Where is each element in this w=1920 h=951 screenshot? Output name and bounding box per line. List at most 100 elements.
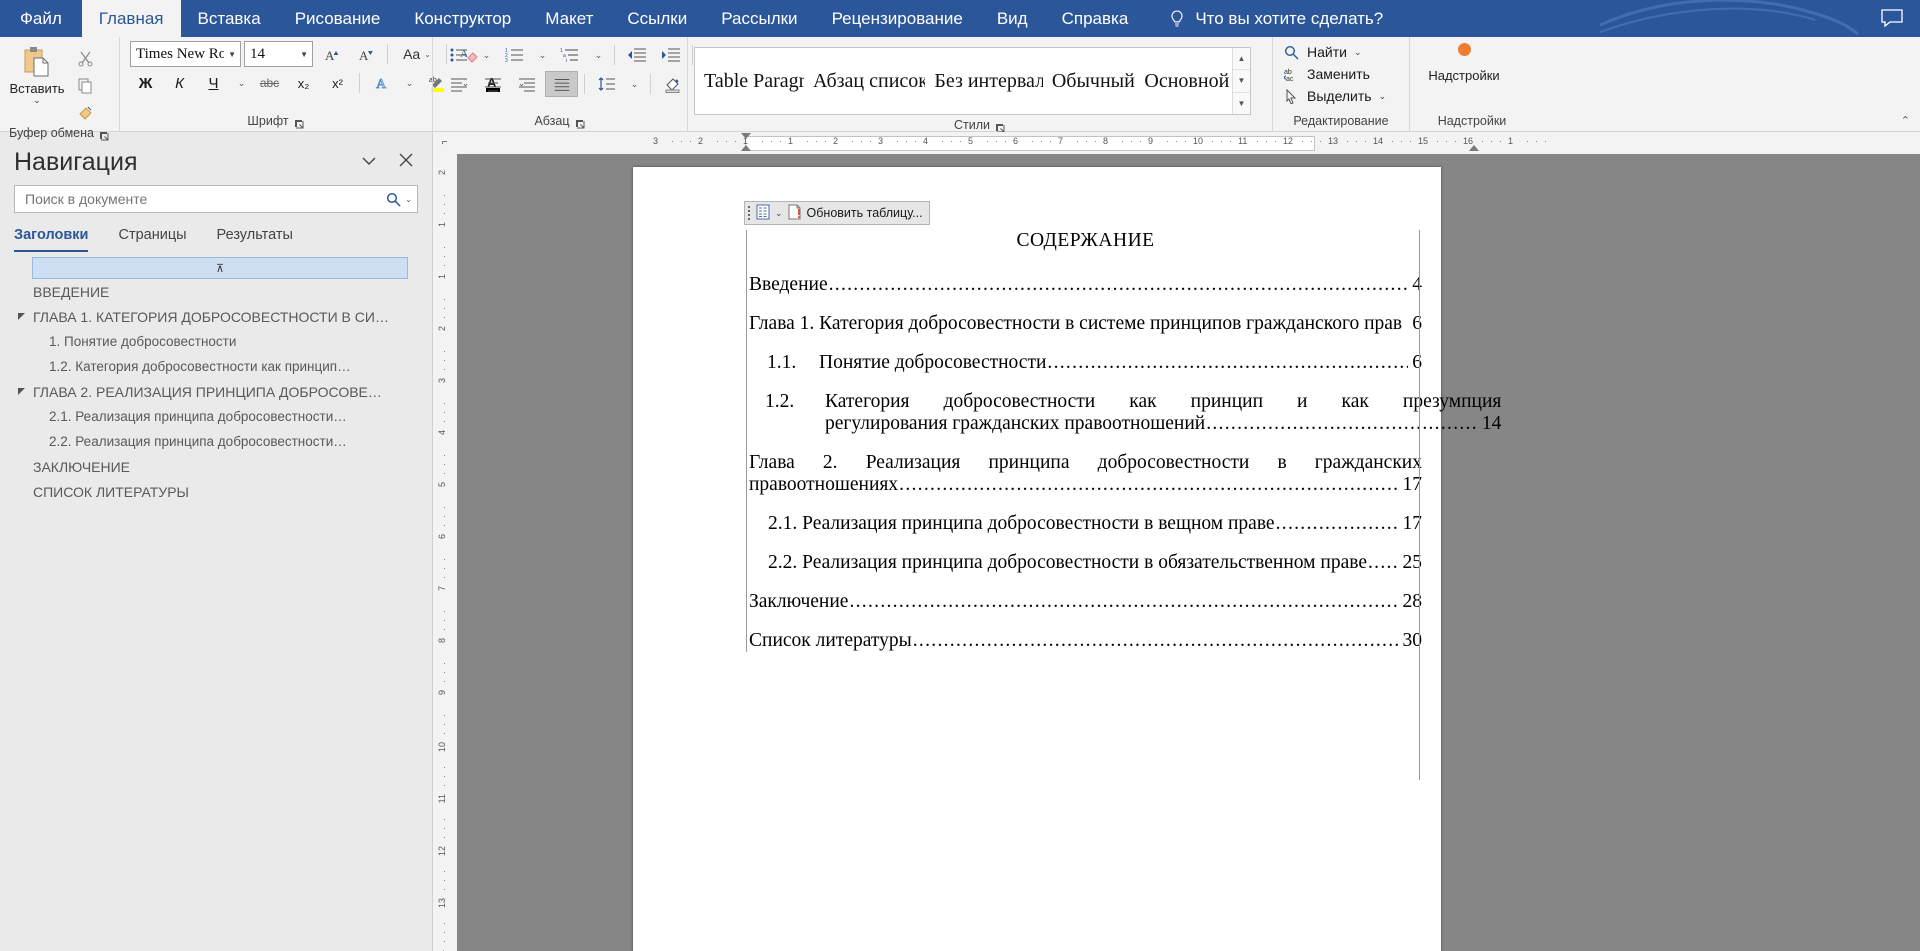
italic-button[interactable]: К [164,71,195,95]
hanging-indent-marker[interactable] [741,145,751,151]
numbered-list-button[interactable]: 123 [499,43,530,67]
comments-button[interactable] [1878,7,1906,29]
numbered-list-caret[interactable]: ⌄ [533,43,552,67]
tab-headings[interactable]: Заголовки [14,227,89,252]
styles-scroll-down-button[interactable]: ▼ [1233,70,1250,93]
format-painter-icon[interactable] [72,101,98,123]
list-item[interactable]: ЗАКЛЮЧЕНИЕ [0,454,432,479]
update-table-label[interactable]: Обновить таблицу... [807,206,923,220]
style-item-normal[interactable]: Обычный [1043,70,1136,93]
toc-icon[interactable] [756,204,770,223]
toc-entry[interactable]: Введение ...............................… [749,274,1422,296]
tab-help[interactable]: Справка [1045,0,1146,37]
tab-mailings[interactable]: Рассылки [704,0,814,37]
underline-button[interactable]: Ч [198,71,229,95]
paragraph-dialog-launcher-icon[interactable] [575,116,586,128]
multilevel-list-caret[interactable]: ⌄ [589,43,608,67]
align-left-button[interactable] [443,72,474,96]
search-input-wrapper[interactable]: ⌄ [14,185,418,213]
search-icon[interactable] [386,192,401,207]
clipboard-dialog-launcher-icon[interactable] [99,128,110,140]
multilevel-list-button[interactable]: 1ai [555,43,586,67]
list-item[interactable]: 2.2. Реализация принципа добросовестност… [0,429,432,454]
tab-design[interactable]: Конструктор [397,0,528,37]
underline-dropdown-caret[interactable]: ⌄ [232,71,251,95]
replace-button[interactable]: ab ac Заменить [1279,66,1386,82]
list-item[interactable]: ГЛАВА 2. РЕАЛИЗАЦИЯ ПРИНЦИПА ДОБРОСОВЕ… [0,379,432,404]
toc-entry[interactable]: Глава 1. Категория добросовестности в си… [749,313,1422,335]
font-dialog-launcher-icon[interactable] [294,116,305,128]
select-button[interactable]: Выделить ⌄ [1279,88,1386,104]
decrease-indent-button[interactable] [621,43,652,67]
bullet-list-button[interactable] [443,43,474,67]
update-table-icon[interactable] [788,204,802,223]
align-justify-button[interactable] [545,71,578,97]
search-input[interactable] [23,190,387,208]
list-item[interactable]: 2.1. Реализация принципа добросовестност… [0,404,432,429]
tab-draw[interactable]: Рисование [278,0,398,37]
find-button[interactable]: Найти ⌄ [1279,44,1386,60]
align-right-button[interactable] [511,72,542,96]
line-spacing-button[interactable] [591,72,622,96]
horizontal-ruler[interactable]: 3 2 1 1 2 3 4 5 6 7 8 9 10 11 12 13 14 15 16 1 [457,132,1920,155]
tab-references[interactable]: Ссылки [610,0,704,37]
paste-button[interactable]: Вставить ⌄ [6,43,68,105]
toc-dropdown-caret-icon[interactable]: ⌄ [775,208,783,219]
navigation-options-chevron-icon[interactable] [360,154,378,172]
toc-field-toolbar[interactable]: ⌄ Обновить таблицу... [744,201,930,225]
increase-font-size-button[interactable]: A [316,42,347,66]
document-page[interactable]: ⌄ Обновить таблицу... СОДЕРЖАНИЕ Введени… [633,167,1501,951]
tab-layout[interactable]: Макет [528,0,610,37]
style-item-table-paragraph[interactable]: Table Paragr [695,70,804,93]
toc-entry[interactable]: Список литературы ......................… [749,630,1422,652]
increase-indent-button[interactable] [655,43,686,67]
search-options-caret-icon[interactable]: ⌄ [405,195,412,204]
styles-gallery-scroll[interactable]: ▲ ▼ ▼ [1232,48,1250,114]
text-effects-caret[interactable]: ⌄ [400,71,419,95]
toc-entry[interactable]: Глава 2. Реализация принципа добросовест… [749,452,1422,496]
list-item[interactable]: ГЛАВА 1. КАТЕГОРИЯ ДОБРОСОВЕСТНОСТИ В СИ… [0,304,432,329]
close-icon[interactable] [398,152,414,173]
tab-review[interactable]: Рецензирование [815,0,980,37]
toc-entry[interactable]: 1.2. Категория добросовестности как прин… [749,391,1501,435]
paste-dropdown-caret[interactable]: ⌄ [33,96,41,105]
tab-results[interactable]: Результаты [217,227,293,252]
tell-me-box[interactable]: Что вы хотите сделать? [1169,0,1383,37]
decrease-font-size-button[interactable]: A [350,42,381,66]
list-item[interactable]: ⊼ [32,257,408,279]
bullet-list-caret[interactable]: ⌄ [477,43,496,67]
triangle-collapse-icon[interactable] [9,312,33,321]
table-of-contents[interactable]: СОДЕРЖАНИЕ Введение ....................… [746,230,1501,652]
superscript-button[interactable]: x² [322,71,353,95]
style-item-list-paragraph[interactable]: Абзац список [804,70,925,93]
toc-entry[interactable]: 2.1. Реализация принципа добросовестност… [749,513,1422,535]
tab-pages[interactable]: Страницы [118,227,186,252]
list-item[interactable]: 1.2. Категория добросовестности как прин… [0,354,432,379]
collapse-ribbon-button[interactable]: ⌃ [1901,114,1910,127]
triangle-collapse-icon[interactable] [9,387,33,396]
bold-button[interactable]: Ж [130,71,161,95]
addins-button[interactable]: Надстройки [1416,43,1512,83]
tab-file[interactable]: Файл [0,0,82,37]
styles-scroll-up-button[interactable]: ▲ [1233,48,1250,71]
document-canvas[interactable]: ⌄ Обновить таблицу... СОДЕРЖАНИЕ Введени… [457,154,1920,951]
tab-view[interactable]: Вид [980,0,1045,37]
subscript-button[interactable]: x₂ [288,71,319,95]
list-item[interactable]: ВВЕДЕНИЕ [0,279,432,304]
shading-button[interactable] [657,72,688,96]
copy-icon[interactable] [72,74,98,96]
font-size-combo[interactable]: 14 ▼ [244,41,313,67]
vertical-ruler[interactable]: ⌐ 211234567891011121314 [433,132,458,951]
strikethrough-button[interactable]: abc [254,71,285,95]
styles-more-button[interactable]: ▼ [1233,93,1250,114]
find-caret-icon[interactable]: ⌄ [1354,47,1362,58]
right-indent-marker[interactable] [1469,145,1479,151]
line-spacing-caret[interactable]: ⌄ [625,72,644,96]
align-center-button[interactable] [477,72,508,96]
cut-icon[interactable] [72,47,98,69]
styles-gallery[interactable]: Table Paragr Абзац список Без интервал О… [694,47,1251,115]
list-item[interactable]: СПИСОК ЛИТЕРАТУРЫ [0,479,432,504]
toc-entry[interactable]: 1.1. Понятие добросовестности ..........… [749,352,1422,374]
text-effects-button[interactable]: A [366,71,397,95]
font-family-combo[interactable]: Times New Rom ▼ [130,41,241,67]
